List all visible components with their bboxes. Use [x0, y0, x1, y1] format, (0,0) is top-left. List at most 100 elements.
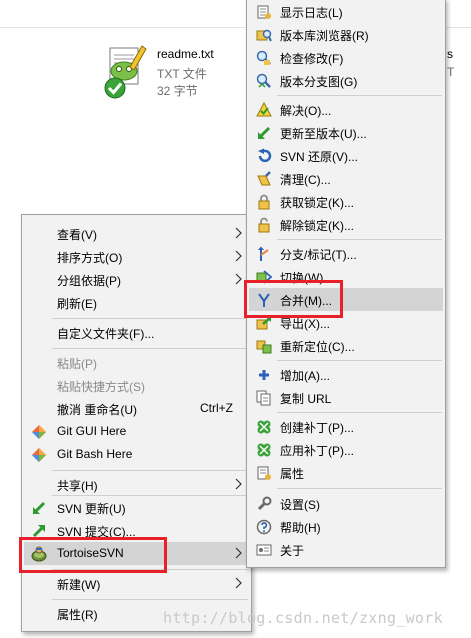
menu-item-share[interactable]: 共享(H) [24, 473, 249, 496]
menu-item-shortcut: Ctrl+Z [200, 401, 233, 415]
menu-item-label: SVN 提交(C)... [57, 525, 136, 539]
menu-item-merge[interactable]: 合并(M)... [249, 288, 443, 311]
menu-item-get-lock[interactable]: 获取锁定(K)... [249, 190, 443, 213]
chevron-right-icon [235, 547, 242, 559]
menu-item-svn-update[interactable]: SVN 更新(U) [24, 496, 249, 519]
menu-item-label: 查看(V) [57, 228, 97, 242]
git-diamond-icon [31, 447, 47, 463]
merge-icon [256, 292, 272, 308]
menu-item-new[interactable]: 新建(W) [24, 572, 249, 595]
menu-item-customize-folder[interactable]: 自定义文件夹(F)... [24, 321, 249, 344]
revert-icon [256, 148, 272, 164]
menu-item-git-gui[interactable]: Git GUI Here [24, 420, 249, 443]
menu-item-paste[interactable]: 粘贴(P) [24, 351, 249, 374]
menu-item-svn-commit[interactable]: SVN 提交(C)... [24, 519, 249, 542]
update-arrow-icon [256, 125, 272, 141]
menu-item-label: 版本库浏览器(R) [280, 29, 369, 43]
chevron-right-icon [235, 250, 242, 262]
menu-item-revert[interactable]: SVN 还原(V)... [249, 144, 443, 167]
menu-item-label: 自定义文件夹(F)... [57, 327, 155, 341]
menu-item-switch[interactable]: 切换(W)... [249, 265, 443, 288]
menu-item-label: 设置(S) [280, 498, 320, 512]
menu-item-label: 版本分支图(G) [280, 75, 358, 89]
menu-item-check-modifications[interactable]: 检查修改(F) [249, 46, 443, 69]
svn-update-arrow-icon [31, 500, 47, 516]
watermark: http://blog.csdn.net/zxng_work [163, 609, 443, 627]
help-icon [256, 519, 272, 535]
menu-item-paste-shortcut[interactable]: 粘贴快捷方式(S) [24, 374, 249, 397]
menu-item-relocate[interactable]: 重新定位(C)... [249, 334, 443, 357]
menu-item-label: Git Bash Here [57, 447, 133, 461]
chevron-right-icon [235, 273, 242, 285]
unlock-icon [256, 217, 272, 233]
menu-item-about[interactable]: 关于 [249, 538, 443, 561]
settings-wrench-icon [256, 496, 272, 512]
menu-item-label: 显示日志(L) [280, 6, 343, 20]
plus-icon [256, 367, 272, 383]
menu-item-view[interactable]: 查看(V) [24, 222, 249, 245]
menu-item-label: 分组依据(P) [57, 274, 121, 288]
menu-item-label: 新建(W) [57, 578, 101, 592]
tortoisesvn-submenu: 显示日志(L) 版本库浏览器(R) 检查修改(F) 版本分支图(G) 解决(O)… [246, 0, 446, 568]
menu-item-svn-properties[interactable]: 属性 [249, 461, 443, 484]
menu-item-sort[interactable]: 排序方式(O) [24, 245, 249, 268]
menu-item-label: TortoiseSVN [57, 546, 124, 560]
properties-icon [256, 465, 272, 481]
menu-separator [52, 348, 248, 349]
repo-browser-icon [256, 27, 272, 43]
menu-item-undo-rename[interactable]: 撤消 重命名(U) Ctrl+Z [24, 397, 249, 420]
file-type-partial: T [447, 65, 455, 79]
file-item-readme[interactable]: readme.txt TXT 文件 32 字节 [100, 44, 240, 104]
menu-item-label: 创建补丁(P)... [280, 421, 354, 435]
menu-item-export[interactable]: 导出(X)... [249, 311, 443, 334]
menu-item-label: 排序方式(O) [57, 251, 123, 265]
file-size: 32 字节 [157, 84, 198, 98]
menu-separator [277, 488, 442, 489]
log-icon [256, 4, 272, 20]
chevron-right-icon [235, 227, 242, 239]
menu-item-label: 粘贴快捷方式(S) [57, 380, 145, 394]
menu-separator [52, 599, 248, 600]
cleanup-broom-icon [256, 171, 272, 187]
menu-item-label: 重新定位(C)... [280, 340, 355, 354]
menu-item-create-patch[interactable]: 创建补丁(P)... [249, 415, 443, 438]
menu-item-git-bash[interactable]: Git Bash Here [24, 443, 249, 466]
branch-icon [256, 246, 272, 262]
menu-item-label: 解除锁定(K)... [280, 219, 354, 233]
menu-item-help[interactable]: 帮助(H) [249, 515, 443, 538]
menu-item-show-log[interactable]: 显示日志(L) [249, 0, 443, 23]
menu-item-label: 帮助(H) [280, 521, 321, 535]
menu-item-resolve[interactable]: 解决(O)... [249, 98, 443, 121]
menu-item-apply-patch[interactable]: 应用补丁(P)... [249, 438, 443, 461]
chevron-right-icon [235, 478, 242, 490]
menu-item-label: 复制 URL [280, 392, 332, 406]
tortoise-icon [31, 546, 47, 562]
file-type: TXT 文件 [157, 67, 207, 81]
menu-item-cleanup[interactable]: 清理(C)... [249, 167, 443, 190]
menu-item-refresh[interactable]: 刷新(E) [24, 291, 249, 314]
menu-item-settings[interactable]: 设置(S) [249, 492, 443, 515]
menu-separator [277, 412, 442, 413]
menu-item-group[interactable]: 分组依据(P) [24, 268, 249, 291]
menu-item-label: 粘贴(P) [57, 357, 97, 371]
menu-separator [277, 360, 442, 361]
menu-item-release-lock[interactable]: 解除锁定(K)... [249, 213, 443, 236]
menu-item-revision-graph[interactable]: 版本分支图(G) [249, 69, 443, 92]
menu-item-branch-tag[interactable]: 分支/标记(T)... [249, 242, 443, 265]
text-file-icon [104, 45, 147, 99]
resolve-icon [256, 102, 272, 118]
menu-item-label: 共享(H) [57, 479, 98, 493]
menu-item-repo-browser[interactable]: 版本库浏览器(R) [249, 23, 443, 46]
menu-item-add[interactable]: 增加(A)... [249, 363, 443, 386]
menu-item-label: 更新至版本(U)... [280, 127, 367, 141]
export-icon [256, 315, 272, 331]
menu-item-update-to-revision[interactable]: 更新至版本(U)... [249, 121, 443, 144]
file-name: readme.txt [157, 47, 214, 61]
revision-graph-icon [256, 73, 272, 89]
menu-item-label: 切换(W)... [280, 271, 334, 285]
check-modifications-icon [256, 50, 272, 66]
menu-item-label: 撤消 重命名(U) [57, 403, 137, 417]
menu-separator [52, 470, 248, 471]
menu-item-copy-url[interactable]: 复制 URL [249, 386, 443, 409]
menu-item-tortoisesvn[interactable]: TortoiseSVN [24, 542, 249, 565]
